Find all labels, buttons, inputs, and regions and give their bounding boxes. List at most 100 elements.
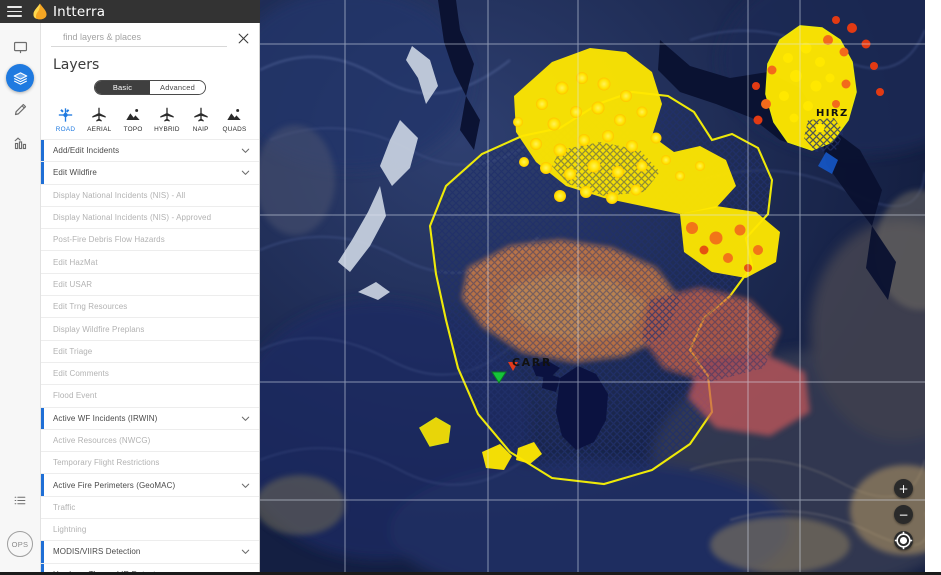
toggle-option-advanced[interactable]: Advanced (150, 81, 205, 94)
layer-row-label: Active Resources (NWCG) (53, 436, 151, 445)
layer-list: Add/Edit Incidents Edit Wildfire Display N… (41, 139, 259, 575)
layer-expand-toggle[interactable] (240, 413, 251, 424)
layer-row[interactable]: Edit USAR (41, 272, 259, 296)
layer-row-label: Display National Incidents (NIS) - Appro… (53, 213, 212, 223)
layer-expand-toggle[interactable] (240, 480, 251, 491)
layer-row-label: Edit HazMat (53, 257, 98, 267)
basemap-tab-hybrid[interactable]: HYBRID (150, 104, 183, 133)
basemap-tab-naip[interactable]: NAIP (184, 104, 217, 133)
chevron-down-icon (241, 550, 250, 555)
top-header-bar: Intterra (0, 0, 260, 23)
rail-item-draw[interactable] (3, 92, 37, 126)
layer-expand-toggle[interactable] (240, 145, 251, 156)
chevron-down-icon (240, 569, 251, 575)
airplane-icon (159, 104, 175, 123)
intterra-flame-logo (33, 3, 47, 20)
layer-expand-toggle[interactable] (240, 569, 251, 575)
basemap-tab-road[interactable]: ROAD (49, 104, 82, 133)
rail-item-display[interactable] (3, 30, 37, 64)
airplane-icon (91, 104, 107, 123)
basemap-label-quads: QUADS (222, 126, 247, 133)
basemap-tab-aerial[interactable]: AERIAL (83, 104, 116, 133)
layer-row[interactable]: Temporary Flight Restrictions (41, 451, 259, 474)
layer-row[interactable]: Display National Incidents (NIS) - Appro… (41, 205, 259, 229)
zoom-in-button[interactable]: + (894, 479, 913, 498)
layer-row[interactable]: Edit Triage (41, 339, 259, 362)
plus-icon: + (898, 481, 909, 496)
airplane-icon (193, 104, 209, 123)
layer-row[interactable]: Edit Trng Resources (41, 295, 259, 318)
hamburger-menu-icon[interactable] (7, 6, 22, 17)
layer-row[interactable]: Flood Event (41, 384, 259, 407)
zoom-out-button[interactable]: − (894, 505, 913, 524)
map-canvas[interactable]: CARR HIRZ + − (260, 0, 925, 572)
layer-row[interactable]: Post-Fire Debris Flow Hazards (41, 228, 259, 251)
layer-row[interactable]: Display Wildfire Preplans (41, 317, 259, 340)
crosshair-locate-icon (894, 531, 913, 550)
layer-row[interactable]: Lightning (41, 518, 259, 541)
layer-row[interactable]: Hawkeye Thermal IR Detects (41, 562, 259, 575)
layer-row-label: Add/Edit Incidents (53, 146, 120, 156)
chevron-down-icon (241, 148, 250, 153)
layer-row-label: Edit USAR (53, 279, 93, 289)
map-imagery: CARR HIRZ (260, 0, 925, 572)
basemap-tab-quads[interactable]: QUADS (218, 104, 251, 133)
rail-item-list[interactable] (3, 483, 37, 517)
layer-row-label: Edit Comments (53, 369, 109, 379)
map-controls: + − (894, 479, 913, 550)
intterra-app-window: Intterra OPS find layers & places Layers… (0, 0, 941, 575)
rail-item-ops[interactable]: OPS (7, 531, 33, 557)
layer-row-label: Flood Event (53, 391, 97, 401)
layer-row[interactable]: Display National Incidents (NIS) - All (41, 183, 259, 206)
layer-row-label: Display Wildfire Preplans (53, 324, 145, 334)
mountain-icon (125, 104, 141, 123)
layer-row-label: Post-Fire Debris Flow Hazards (53, 235, 165, 245)
rail-item-analytics[interactable] (3, 126, 37, 160)
panel-search-row (41, 23, 259, 53)
minus-icon: − (898, 507, 909, 522)
chevron-down-icon (241, 483, 250, 488)
mountain-icon (226, 104, 242, 123)
layer-row[interactable]: Traffic (41, 495, 259, 519)
search-input[interactable] (51, 29, 227, 47)
layer-row-label: Active Fire Perimeters (GeoMAC) (53, 480, 176, 490)
basic-advanced-toggle: Basic Advanced (41, 80, 259, 95)
layer-row-label: Display National Incidents (NIS) - All (53, 190, 186, 200)
basemap-label-naip: NAIP (192, 126, 209, 133)
close-x-icon (238, 33, 248, 43)
layers-panel: Layers Basic Advanced (41, 23, 260, 575)
toggle-option-basic[interactable]: Basic (95, 81, 150, 94)
layer-row[interactable]: Active Fire Perimeters (GeoMAC) (41, 473, 259, 497)
layer-row-label: Hawkeye Thermal IR Detects (53, 569, 160, 575)
layer-row[interactable]: Active WF Incidents (IRWIN) (41, 406, 259, 430)
close-panel-button[interactable] (233, 28, 253, 48)
layer-row[interactable]: Edit Comments (41, 361, 259, 385)
layer-row-label: Traffic (53, 502, 76, 512)
map-label-hirz: HIRZ (816, 108, 849, 119)
chevron-down-icon (241, 171, 250, 176)
rail-item-layers[interactable] (6, 64, 34, 92)
display-monitor-icon (13, 41, 27, 53)
basemap-label-road: ROAD (55, 126, 76, 133)
map-label-carr: CARR (512, 356, 552, 369)
locate-button[interactable] (894, 531, 913, 550)
layer-row-label: Edit Wildfire (53, 168, 97, 178)
pencil-edit-icon (14, 103, 26, 115)
layer-row[interactable]: Active Resources (NWCG) (41, 428, 259, 452)
layer-row-label: Lightning (53, 525, 87, 535)
basemap-label-aerial: AERIAL (87, 126, 112, 133)
chevron-down-icon (241, 416, 250, 421)
layer-row[interactable]: Edit HazMat (41, 250, 259, 273)
layer-expand-toggle[interactable] (240, 546, 251, 557)
layer-row[interactable]: MODIS/VIIRS Detection (41, 540, 259, 563)
basemap-label-hybrid: HYBRID (154, 126, 180, 133)
road-intersection-icon (57, 104, 74, 123)
layer-row-label: MODIS/VIIRS Detection (53, 547, 141, 557)
layer-row-label: Temporary Flight Restrictions (53, 458, 160, 468)
page-title: Layers (53, 57, 100, 73)
layer-expand-toggle[interactable] (240, 167, 251, 178)
basemap-tab-topo[interactable]: TOPO (117, 104, 150, 133)
brand-title: Intterra (53, 3, 106, 20)
layer-row[interactable]: Edit Wildfire (41, 161, 259, 184)
layer-row[interactable]: Add/Edit Incidents (41, 139, 259, 162)
